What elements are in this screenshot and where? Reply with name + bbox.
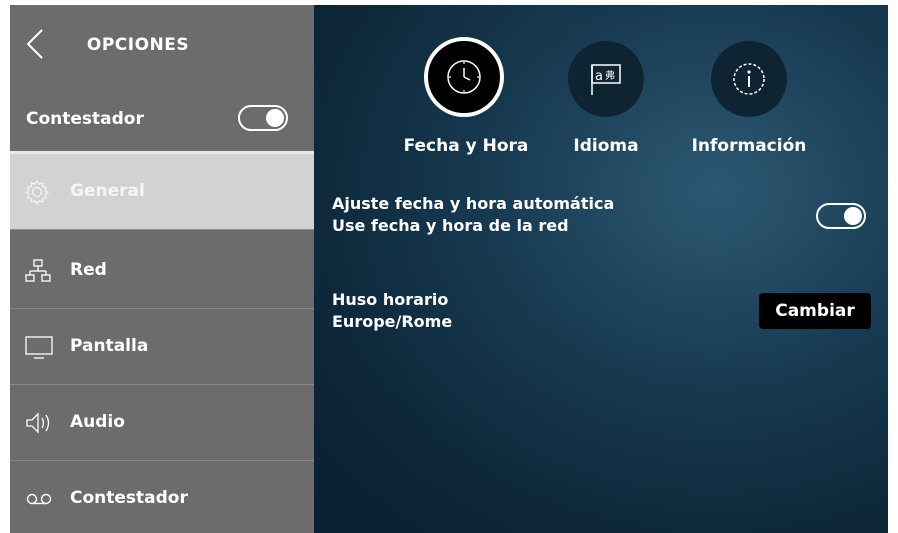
- contestador-toggle[interactable]: [238, 105, 288, 131]
- sidebar-item-pantalla[interactable]: Pantalla: [10, 309, 314, 385]
- sidebar-item-label: Red: [70, 260, 107, 280]
- sidebar-item-general[interactable]: General: [10, 154, 314, 230]
- tab-informacion[interactable]: Información: [674, 33, 824, 163]
- svg-text:a: a: [595, 69, 603, 84]
- tab-idioma[interactable]: a 弗 Idioma: [531, 33, 681, 163]
- speaker-icon: [26, 412, 50, 434]
- monitor-icon: [25, 336, 53, 359]
- voicemail-icon: [26, 493, 52, 505]
- toggle-knob: [266, 109, 284, 127]
- network-icon: [25, 259, 51, 282]
- contestador-label: Contestador: [26, 109, 144, 129]
- auto-datetime-title: Ajuste fecha y hora automática: [332, 194, 615, 213]
- tab-label: Información: [691, 136, 807, 156]
- tab-fecha-y-hora[interactable]: Fecha y Hora: [391, 33, 541, 163]
- sidebar: OPCIONES Contestador General Red Pantall…: [10, 5, 314, 533]
- tab-label: Fecha y Hora: [403, 136, 529, 156]
- auto-datetime-toggle[interactable]: [816, 203, 866, 229]
- sidebar-title: OPCIONES: [86, 35, 190, 55]
- change-timezone-button[interactable]: Cambiar: [759, 293, 871, 329]
- clock-icon: [447, 60, 481, 94]
- sidebar-item-label: General: [70, 181, 145, 201]
- tab-circle: [424, 37, 504, 117]
- svg-text:弗: 弗: [605, 69, 615, 82]
- sidebar-item-label: Audio: [70, 412, 125, 432]
- tab-circle: a 弗: [568, 41, 644, 117]
- sidebar-item-label: Pantalla: [70, 336, 149, 356]
- gear-icon: [24, 179, 50, 206]
- main-panel: Fecha y Hora a 弗 Idioma Información Ajus…: [314, 5, 888, 533]
- toggle-knob: [844, 207, 862, 225]
- auto-datetime-subtitle: Use fecha y hora de la red: [332, 216, 569, 235]
- sidebar-item-contestador[interactable]: Contestador: [10, 461, 314, 533]
- sidebar-item-audio[interactable]: Audio: [10, 385, 314, 461]
- app-frame: OPCIONES Contestador General Red Pantall…: [10, 5, 888, 533]
- tab-circle: [711, 41, 787, 117]
- timezone-value: Europe/Rome: [332, 312, 453, 331]
- sidebar-item-label: Contestador: [70, 488, 188, 508]
- sidebar-item-red[interactable]: Red: [10, 233, 314, 309]
- info-icon: [733, 63, 765, 95]
- language-flag-icon: a 弗: [591, 64, 621, 95]
- sidebar-header: OPCIONES: [10, 5, 314, 85]
- tab-label: Idioma: [573, 136, 639, 156]
- timezone-title: Huso horario: [332, 290, 449, 309]
